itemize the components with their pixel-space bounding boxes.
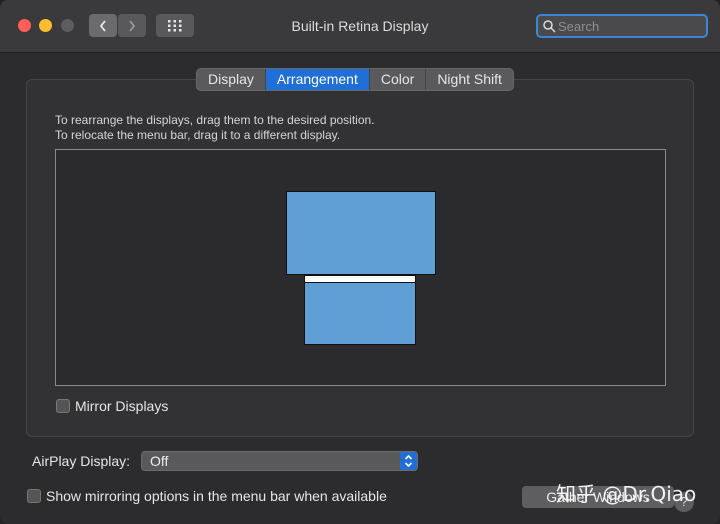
watermark-text: 知乎 @Dr.Qiao (556, 482, 697, 506)
tab-night-shift[interactable]: Night Shift (426, 69, 513, 90)
grid-icon (168, 19, 182, 31)
show-mirroring-label: Show mirroring options in the menu bar w… (46, 488, 387, 504)
airplay-value: Off (150, 453, 169, 469)
show-all-button[interactable] (156, 14, 194, 37)
window-title: Built-in Retina Display (291, 18, 429, 34)
tab-display[interactable]: Display (197, 69, 266, 90)
mirror-displays-label: Mirror Displays (75, 398, 169, 414)
arrange-instruction: To rearrange the displays, drag them to … (55, 113, 375, 127)
forward-button[interactable] (118, 14, 146, 37)
titlebar: Built-in Retina Display (0, 0, 720, 53)
show-mirroring-checkbox[interactable] (27, 489, 41, 503)
primary-display-thumbnail[interactable] (286, 191, 436, 275)
tab-arrangement[interactable]: Arrangement (265, 69, 370, 90)
chevron-right-icon (129, 19, 136, 32)
preferences-window: Built-in Retina Display Display Arrangem… (0, 0, 720, 524)
close-window-button[interactable] (18, 19, 31, 32)
search-field[interactable] (536, 14, 708, 38)
airplay-select[interactable]: Off (141, 451, 418, 471)
menubar-instruction: To relocate the menu bar, drag it to a d… (55, 128, 341, 142)
airplay-label: AirPlay Display: (32, 453, 131, 469)
zoom-window-button[interactable] (61, 19, 74, 32)
tab-color[interactable]: Color (370, 69, 427, 90)
back-button[interactable] (89, 14, 117, 37)
tab-bar: Display Arrangement Color Night Shift (196, 68, 514, 91)
secondary-display-thumbnail[interactable] (304, 275, 416, 345)
mirror-displays-checkbox[interactable] (56, 399, 70, 413)
search-icon (543, 20, 556, 33)
menu-bar-handle[interactable] (305, 276, 415, 283)
updown-arrows-icon (400, 452, 417, 470)
minimize-window-button[interactable] (39, 19, 52, 32)
search-input[interactable] (558, 16, 703, 36)
chevron-left-icon (99, 19, 106, 32)
